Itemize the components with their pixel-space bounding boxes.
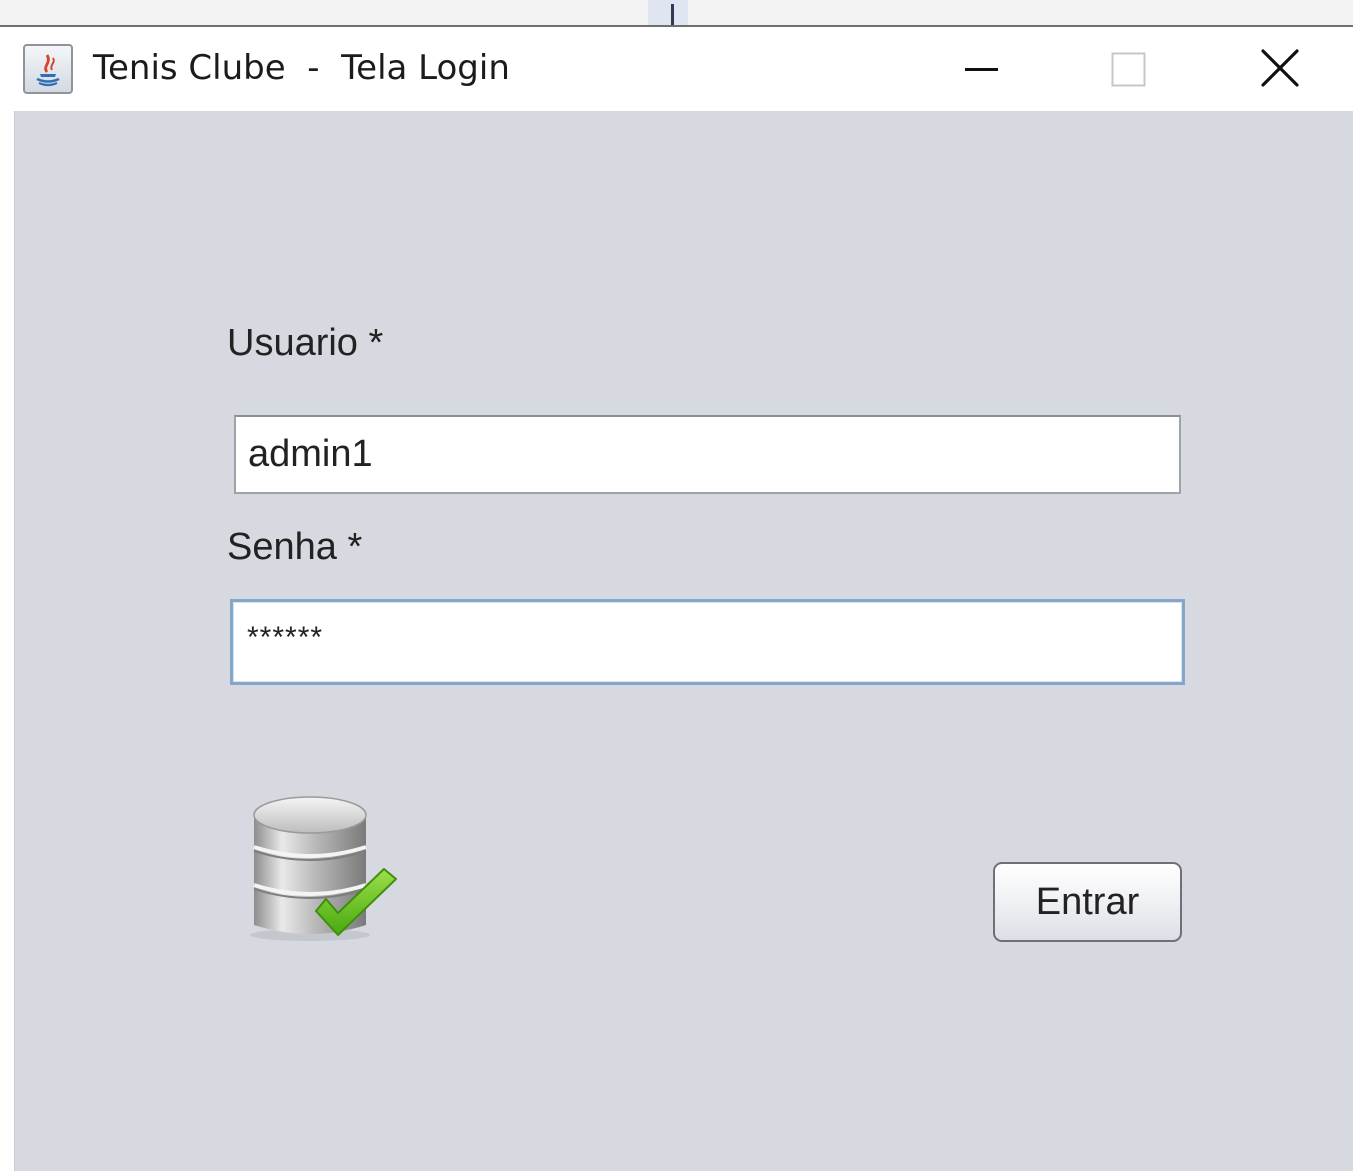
enter-button[interactable]: Entrar (993, 862, 1182, 942)
username-field[interactable]: admin1 (234, 415, 1181, 494)
close-button[interactable] (1251, 43, 1311, 95)
maximize-icon (1111, 52, 1146, 87)
java-icon[interactable] (23, 44, 73, 94)
login-window: Tenis Clube - Tela Login Usuario * admin… (1, 29, 1353, 1171)
minimize-icon (965, 68, 998, 71)
maximize-button[interactable] (1099, 43, 1159, 95)
minimize-button[interactable] (951, 43, 1011, 95)
background-window-caret (671, 4, 674, 25)
username-label: Usuario * (227, 322, 384, 364)
database-check-icon (250, 796, 397, 941)
password-field[interactable]: ****** (230, 599, 1185, 685)
background-window-strip (0, 0, 1353, 27)
background-window-selection (648, 0, 688, 25)
screen: Tenis Clube - Tela Login Usuario * admin… (0, 0, 1353, 1171)
title-bar[interactable]: Tenis Clube - Tela Login (1, 29, 1353, 111)
window-title: Tenis Clube - Tela Login (93, 48, 510, 88)
password-label: Senha * (227, 526, 363, 568)
close-icon (1261, 49, 1299, 87)
